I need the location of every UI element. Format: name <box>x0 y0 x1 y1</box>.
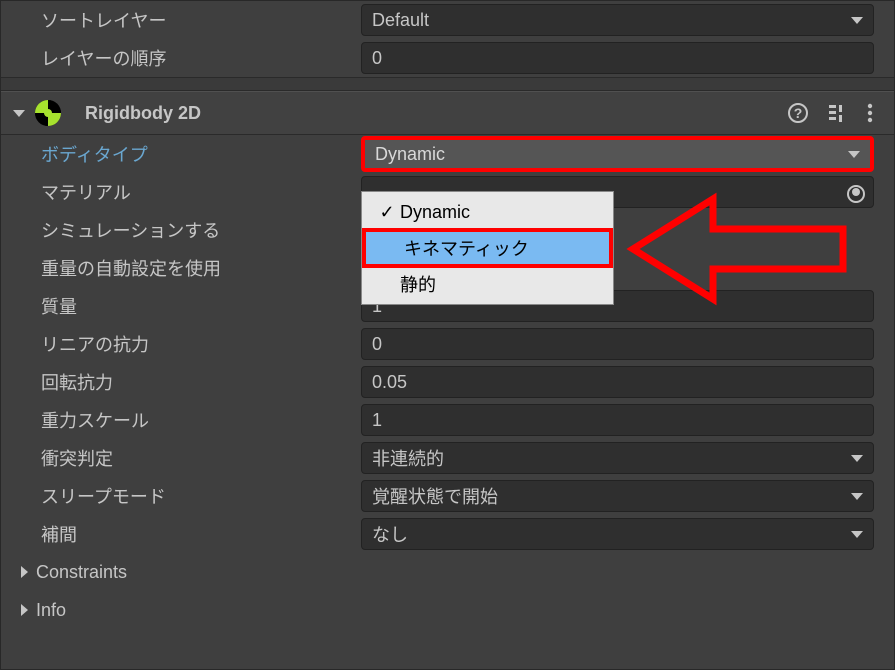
collision-detection-dropdown[interactable]: 非連続的 <box>361 442 874 474</box>
simulated-label: シミュレーションする <box>41 217 361 243</box>
linear-drag-value: 0 <box>372 334 382 355</box>
sorting-layer-value: Default <box>372 10 429 31</box>
sleeping-mode-label: スリープモード <box>41 483 361 509</box>
foldout-icon <box>13 110 25 117</box>
angular-drag-input[interactable]: 0.05 <box>361 366 874 398</box>
collision-detection-label: 衝突判定 <box>41 445 361 471</box>
dropdown-option-label: Dynamic <box>400 202 470 223</box>
interpolate-label: 補間 <box>41 521 361 547</box>
sleeping-mode-dropdown[interactable]: 覚醒状態で開始 <box>361 480 874 512</box>
interpolate-value: なし <box>372 521 408 547</box>
material-label: マテリアル <box>41 179 361 205</box>
chevron-right-icon <box>21 604 28 616</box>
order-in-layer-input[interactable]: 0 <box>361 42 874 74</box>
interpolate-dropdown[interactable]: なし <box>361 518 874 550</box>
constraints-label: Constraints <box>36 562 127 583</box>
dropdown-option-static[interactable]: 静的 <box>362 264 613 304</box>
dropdown-option-label: 静的 <box>400 271 436 297</box>
body-type-label: ボディタイプ <box>41 141 361 167</box>
sleeping-mode-value: 覚醒状態で開始 <box>372 483 498 509</box>
info-foldout[interactable]: Info <box>1 591 894 629</box>
body-type-dropdown[interactable]: Dynamic <box>361 136 874 172</box>
rigidbody2d-icon <box>35 100 61 126</box>
auto-mass-label: 重量の自動設定を使用 <box>41 255 361 281</box>
angular-drag-label: 回転抗力 <box>41 369 361 395</box>
check-icon: ✓ <box>374 202 400 223</box>
info-label: Info <box>36 600 66 621</box>
help-icon[interactable]: ? <box>788 103 808 123</box>
collision-detection-value: 非連続的 <box>372 445 444 471</box>
body-type-dropdown-popup: ✓ Dynamic キネマティック 静的 <box>361 191 614 305</box>
dropdown-option-label: キネマティック <box>404 235 529 261</box>
linear-drag-input[interactable]: 0 <box>361 328 874 360</box>
gravity-scale-input[interactable]: 1 <box>361 404 874 436</box>
rigidbody2d-header[interactable]: Rigidbody 2D ? <box>1 91 894 135</box>
mass-label: 質量 <box>41 293 361 319</box>
body-type-value: Dynamic <box>375 144 445 165</box>
linear-drag-label: リニアの抗力 <box>41 331 361 357</box>
annotation-arrow-icon <box>623 189 853 314</box>
sorting-layer-label: ソートレイヤー <box>41 7 361 33</box>
dropdown-option-dynamic[interactable]: ✓ Dynamic <box>362 192 613 232</box>
chevron-right-icon <box>21 566 28 578</box>
dropdown-option-kinematic[interactable]: キネマティック <box>362 228 613 268</box>
order-in-layer-label: レイヤーの順序 <box>41 45 361 71</box>
angular-drag-value: 0.05 <box>372 372 407 393</box>
gravity-scale-label: 重力スケール <box>41 407 361 433</box>
gravity-scale-value: 1 <box>372 410 382 431</box>
component-menu-icon[interactable] <box>866 102 874 124</box>
constraints-foldout[interactable]: Constraints <box>1 553 894 591</box>
sorting-layer-dropdown[interactable]: Default <box>361 4 874 36</box>
component-title: Rigidbody 2D <box>85 103 770 124</box>
preset-icon[interactable] <box>826 102 848 124</box>
order-in-layer-value: 0 <box>372 48 382 69</box>
